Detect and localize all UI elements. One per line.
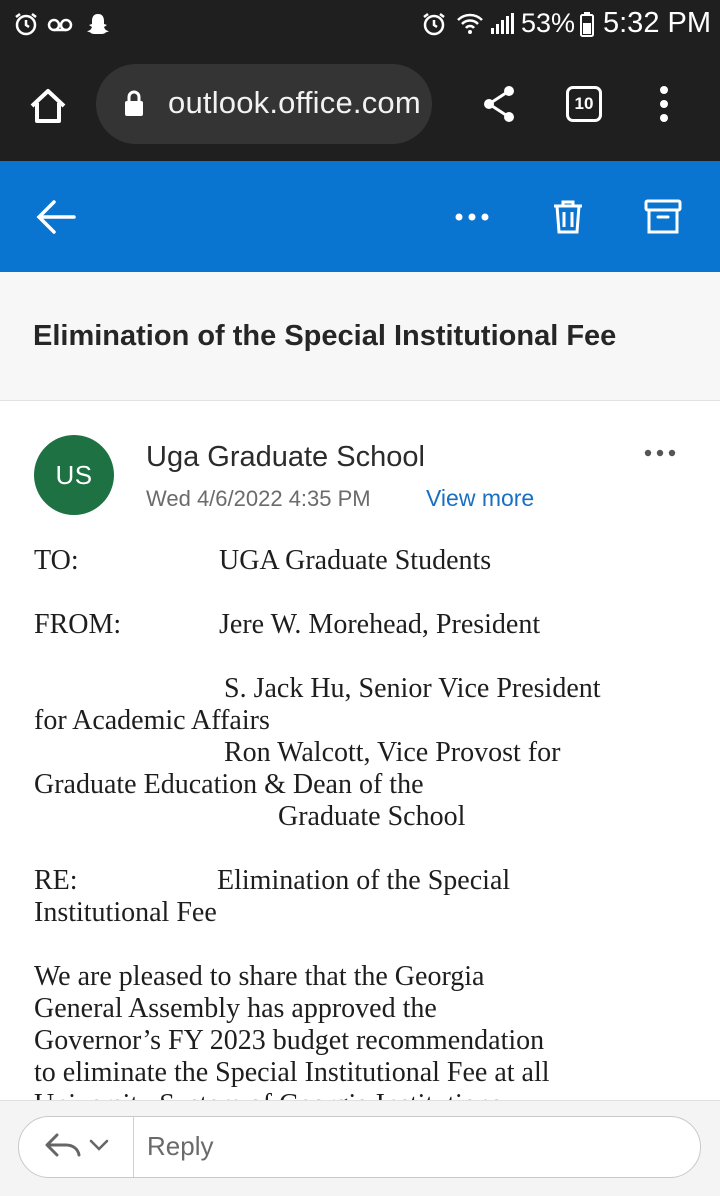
memo-text: for Academic Affairs [34,705,270,736]
snapchat-icon [84,10,112,38]
body-paragraph-line: to eliminate the Special Institutional F… [34,1057,550,1088]
home-icon[interactable] [26,84,70,128]
message-more-icon[interactable] [640,445,680,461]
back-arrow-icon[interactable] [34,197,78,237]
more-options-icon[interactable] [452,205,492,229]
reply-bar [0,1100,720,1196]
memo-text: Graduate School [278,801,466,832]
memo-text: Graduate Education & Dean of the [34,769,424,800]
memo-text: S. Jack Hu, Senior Vice President [224,673,601,704]
memo-re-value: Elimination of the Special [217,865,511,896]
message-subject: Elimination of the Special Institutional… [33,320,617,352]
tab-switcher-button[interactable]: 10 [566,86,602,122]
body-paragraph-line: Governor’s FY 2023 budget recommendation [34,1025,545,1056]
battery-icon [576,10,604,38]
memo-re-label: RE: [34,865,78,896]
chevron-down-icon [89,1138,109,1157]
body-paragraph-line: General Assembly has approved the [34,993,437,1024]
trash-icon[interactable] [548,197,588,237]
sender-name[interactable]: Uga Graduate School [146,441,425,474]
browser-menu-icon[interactable] [650,82,678,126]
archive-icon[interactable] [642,197,684,237]
reply-box[interactable] [18,1116,701,1178]
memo-from-value: Jere W. Morehead, President [219,609,541,640]
body-paragraph-line: We are pleased to share that the Georgia [34,961,485,992]
sent-date: Wed 4/6/2022 4:35 PM [146,486,371,511]
memo-text: Institutional Fee [34,897,217,928]
body-paragraph-line: University System of Georgia Institution… [34,1089,694,1100]
alarm-icon [420,10,448,38]
message-toolbar [0,161,720,272]
alarm-icon [12,10,40,38]
reply-arrow-icon [43,1130,83,1165]
url-text: outlook.office.com [168,85,421,120]
status-bar: 53% 5:32 PM [0,0,720,50]
voicemail-icon [46,10,74,38]
lock-icon [122,90,146,118]
share-icon[interactable] [477,82,521,126]
message-card: US Uga Graduate School Wed 4/6/2022 4:35… [0,400,720,1100]
clock: 5:32 PM [603,7,711,39]
memo-to-value: UGA Graduate Students [219,545,492,576]
view-more-link[interactable]: View more [426,485,534,512]
wifi-icon [456,10,484,38]
signal-icon [488,10,516,38]
reply-options-button[interactable] [19,1117,134,1177]
memo-to-label: TO: [34,545,79,576]
reply-input[interactable] [147,1131,647,1162]
memo-text: Ron Walcott, Vice Provost for [224,737,561,768]
battery-percent: 53% [521,8,576,38]
avatar[interactable]: US [34,435,114,515]
memo-from-label: FROM: [34,609,122,640]
address-bar[interactable]: outlook.office.com [96,64,432,144]
subject-area: Elimination of the Special Institutional… [0,272,720,400]
browser-toolbar: outlook.office.com 10 [0,50,720,161]
